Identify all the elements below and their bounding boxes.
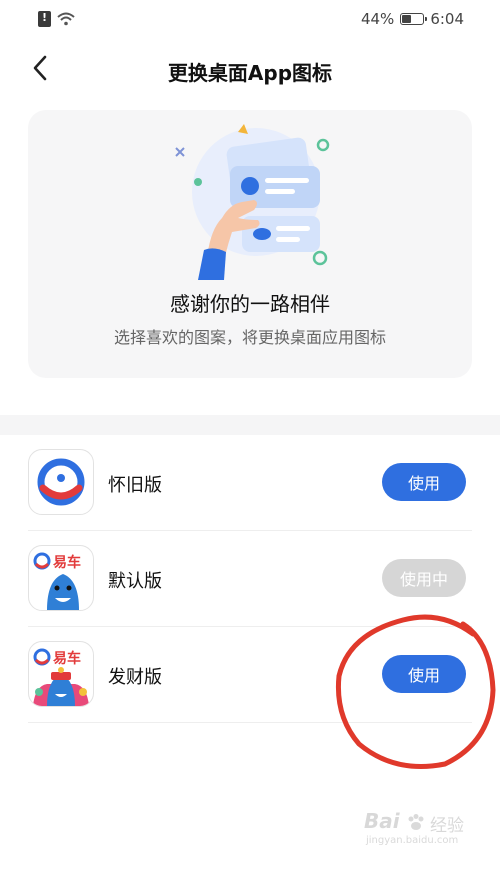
yiche-fortune-icon: 易车	[28, 641, 94, 707]
wifi-icon	[57, 12, 75, 26]
hand-holding-cards-illustration	[175, 124, 330, 280]
clock: 6:04	[430, 10, 464, 28]
use-button[interactable]: 使用	[382, 655, 466, 693]
hero-subtitle: 选择喜欢的图案，将更换桌面应用图标	[113, 328, 386, 347]
watermark-url: jingyan.baidu.com	[366, 835, 459, 846]
baidu-jingyan-watermark: Bai 经验 jingyan.baidu.com	[358, 807, 478, 851]
status-bar: 44% 6:04	[0, 0, 500, 38]
sim-alert-icon	[38, 11, 51, 27]
hero-card: 感谢你的一路相伴 选择喜欢的图案，将更换桌面应用图标	[28, 110, 472, 378]
list-item-default: 易车 默认版 使用中	[28, 531, 472, 627]
option-label: 默认版	[108, 571, 162, 592]
battery-icon	[400, 13, 428, 25]
brand-text: 易车	[53, 555, 81, 571]
option-label: 怀旧版	[108, 475, 162, 496]
page-title: 更换桌面App图标	[167, 61, 333, 85]
list-item-fortune: 易车 发财版 使用	[28, 627, 472, 723]
status-left	[38, 11, 75, 27]
option-label: 发财版	[108, 667, 162, 688]
section-divider	[0, 415, 500, 435]
yiche-classic-logo-icon	[28, 449, 94, 515]
battery-percent: 44%	[360, 10, 395, 28]
row-divider	[28, 722, 472, 723]
watermark-text: 经验	[430, 816, 464, 836]
watermark-logo: Bai	[364, 809, 400, 833]
yiche-shark-icon: 易车	[28, 545, 94, 611]
in-use-button[interactable]: 使用中	[382, 559, 466, 597]
paw-icon	[408, 814, 424, 830]
use-button[interactable]: 使用	[382, 463, 466, 501]
status-right: 44% 6:04	[361, 10, 464, 28]
brand-text: 易车	[53, 651, 81, 667]
hero-title: 感谢你的一路相伴	[170, 292, 330, 316]
list-item-classic: 怀旧版 使用	[28, 435, 472, 531]
header: 更换桌面App图标	[0, 40, 500, 100]
